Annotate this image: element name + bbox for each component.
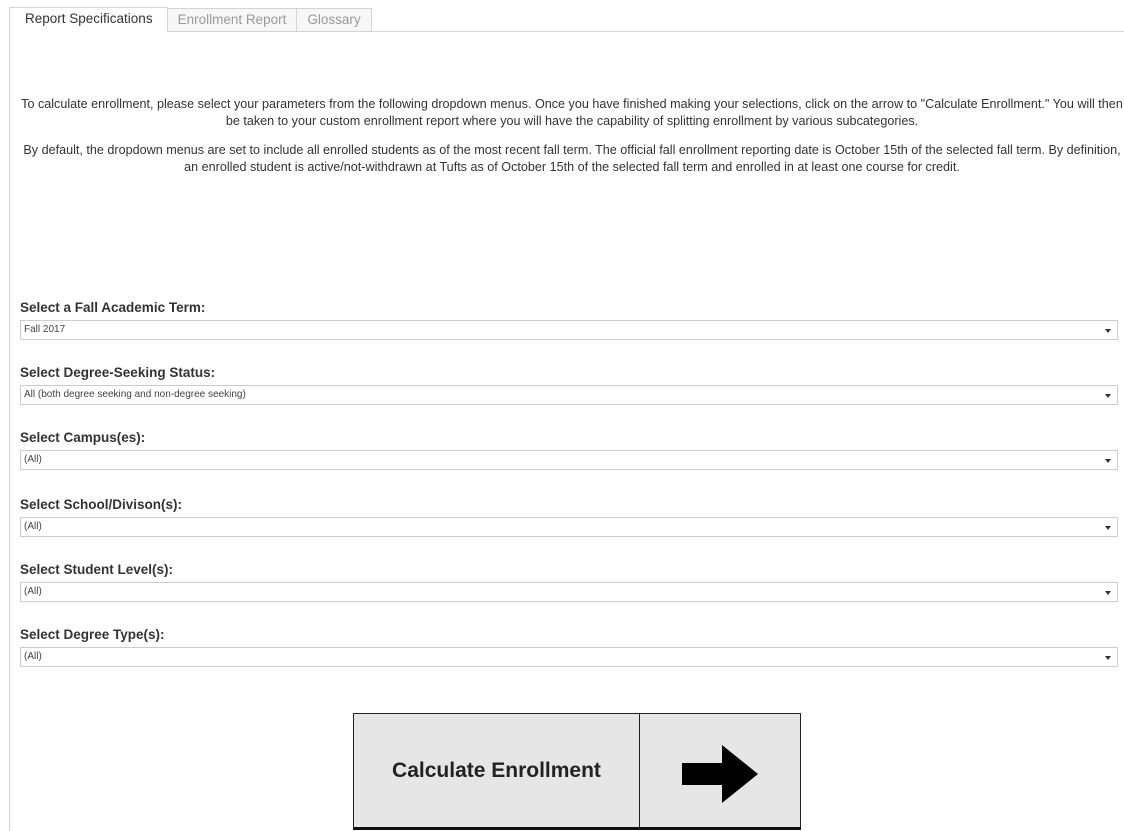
degree-seeking-filter: Select Degree-Seeking Status: All (both …	[20, 365, 1124, 405]
calculate-arrow-button[interactable]	[639, 713, 801, 830]
fall-term-label: Select a Fall Academic Term:	[20, 300, 206, 315]
student-level-label: Select Student Level(s):	[20, 562, 174, 577]
tab-glossary[interactable]: Glossary	[296, 8, 372, 31]
calculate-enrollment-label: Calculate Enrollment	[392, 758, 601, 782]
chevron-down-icon	[1105, 459, 1111, 463]
fall-term-dropdown[interactable]: Fall 2017	[20, 320, 1118, 340]
chevron-down-icon	[1105, 591, 1111, 595]
school-division-value: (All)	[24, 521, 42, 532]
right-arrow-icon	[682, 744, 758, 803]
chevron-down-icon	[1105, 329, 1111, 333]
degree-type-filter: Select Degree Type(s): (All)	[20, 627, 1124, 667]
campus-value: (All)	[24, 454, 42, 465]
campus-filter: Select Campus(es): (All)	[20, 430, 1124, 470]
student-level-dropdown[interactable]: (All)	[20, 582, 1118, 602]
campus-label: Select Campus(es):	[20, 430, 146, 445]
fall-term-value: Fall 2017	[24, 324, 66, 335]
school-division-filter: Select School/Divison(s): (All)	[20, 497, 1124, 537]
fall-term-filter: Select a Fall Academic Term: Fall 2017	[20, 300, 1124, 340]
student-level-filter: Select Student Level(s): (All)	[20, 562, 1124, 602]
degree-type-value: (All)	[24, 651, 42, 662]
school-division-dropdown[interactable]: (All)	[20, 517, 1118, 537]
degree-type-dropdown[interactable]: (All)	[20, 647, 1118, 667]
degree-seeking-dropdown[interactable]: All (both degree seeking and non-degree …	[20, 385, 1118, 405]
degree-seeking-value: All (both degree seeking and non-degree …	[24, 389, 246, 400]
chevron-down-icon	[1105, 656, 1111, 660]
content-left-border	[9, 30, 10, 831]
tab-report-specifications[interactable]: Report Specifications	[9, 7, 168, 32]
calculate-enrollment-button[interactable]: Calculate Enrollment	[353, 713, 640, 830]
instructions-paragraph-1: To calculate enrollment, please select y…	[21, 97, 1123, 128]
school-division-label: Select School/Divison(s):	[20, 497, 183, 512]
chevron-down-icon	[1105, 526, 1111, 530]
student-level-value: (All)	[24, 586, 42, 597]
instructions-paragraph-2: By default, the dropdown menus are set t…	[23, 143, 1121, 174]
degree-seeking-label: Select Degree-Seeking Status:	[20, 365, 216, 380]
instructions-text: To calculate enrollment, please select y…	[20, 96, 1124, 175]
tab-enrollment-report[interactable]: Enrollment Report	[166, 8, 298, 31]
tab-bar: Report Specifications Enrollment Report …	[9, 7, 1124, 32]
chevron-down-icon	[1105, 394, 1111, 398]
campus-dropdown[interactable]: (All)	[20, 450, 1118, 470]
degree-type-label: Select Degree Type(s):	[20, 627, 165, 642]
